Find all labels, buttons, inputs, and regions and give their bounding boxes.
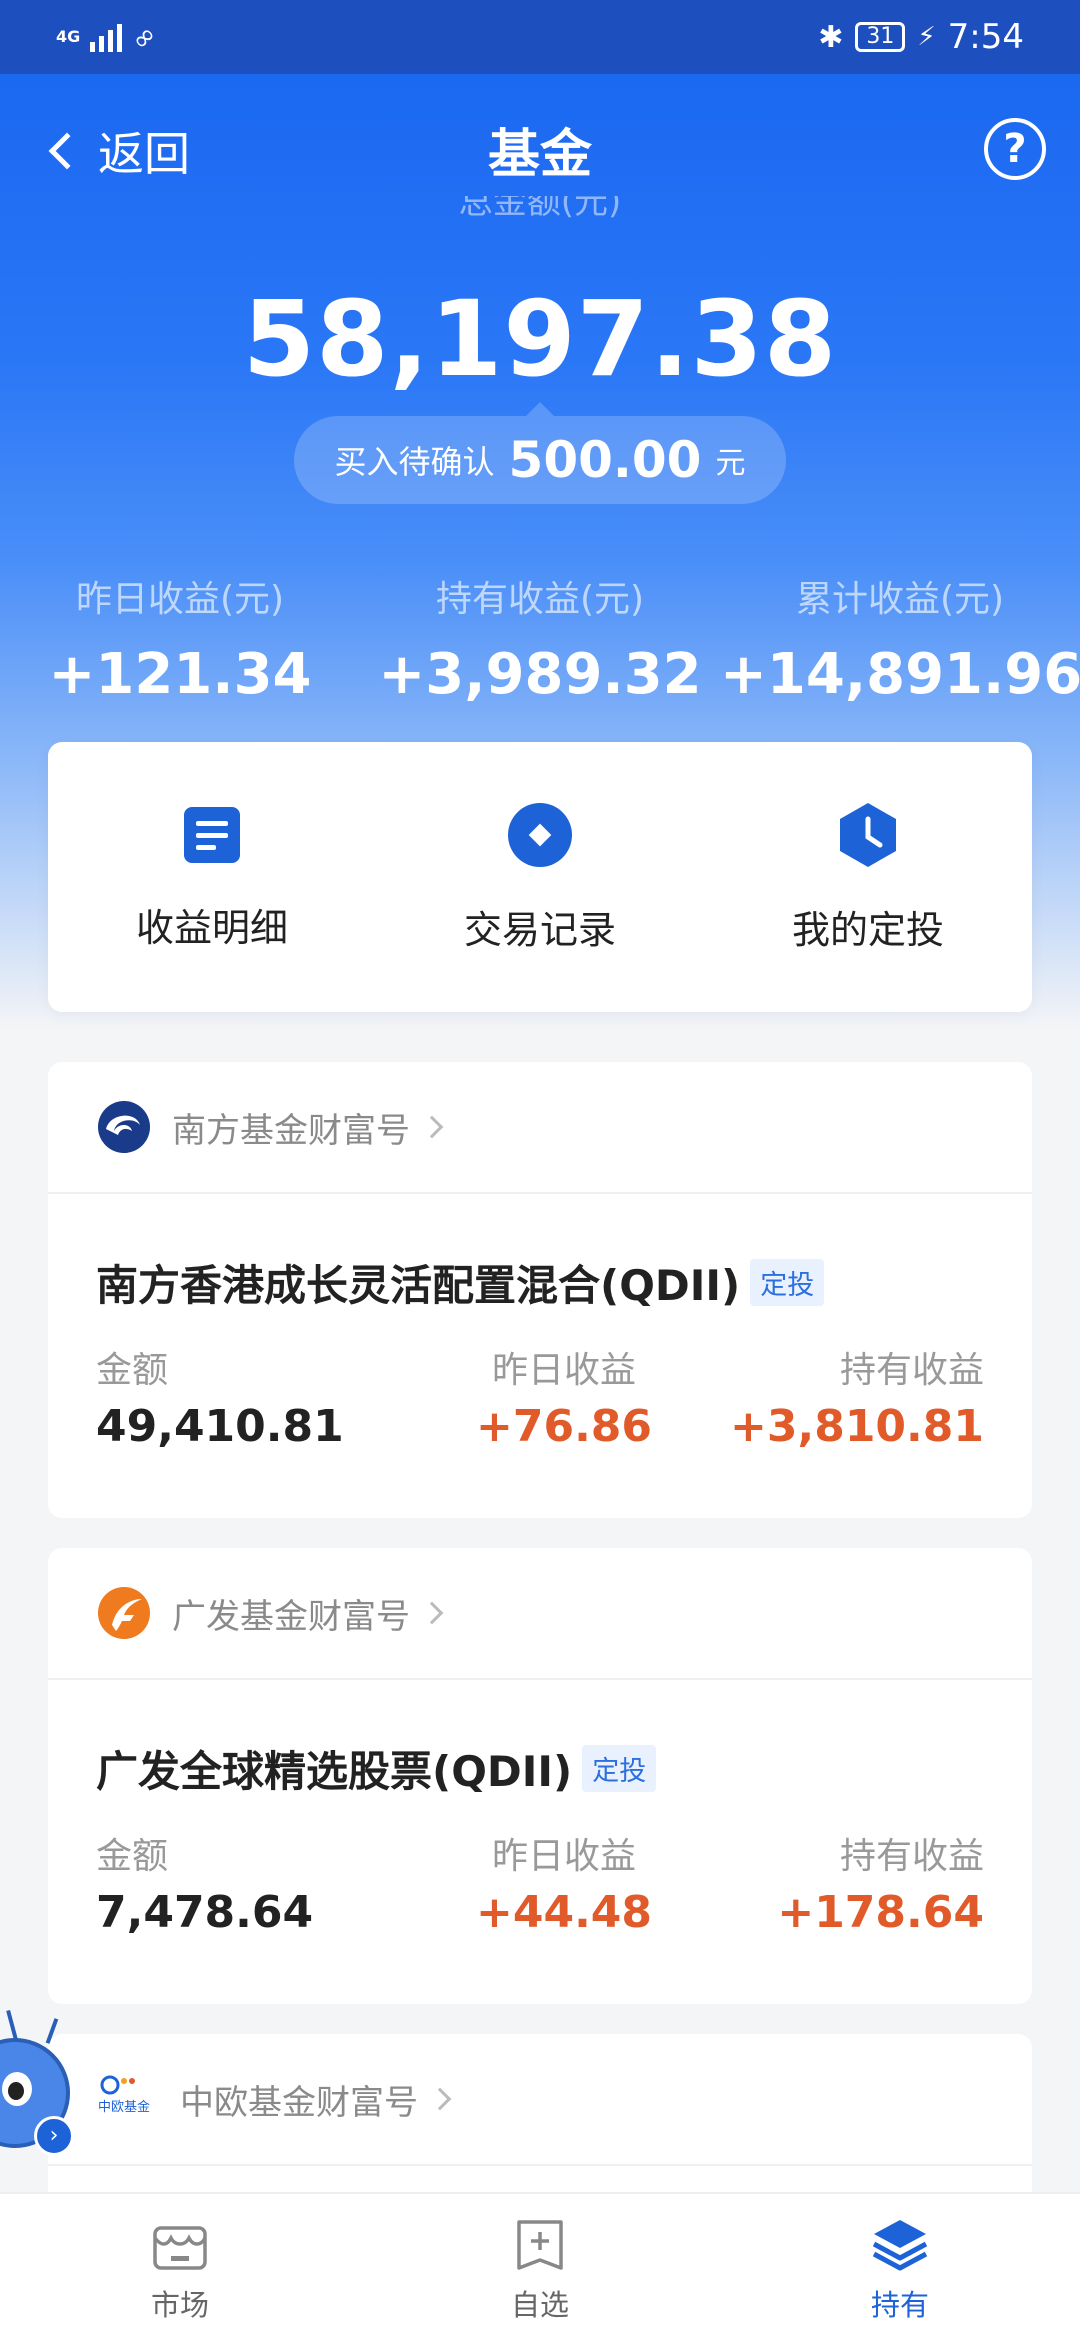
amount-value: 49,410.81 [96,1401,344,1452]
fund-name: 广发全球精选股票(QDII) [96,1747,573,1796]
auto-invest-tag: 定投 [582,1745,657,1792]
fund-card: 广发基金财富号 广发全球精选股票(QDII) 定投 金额 昨日收益 持有收益 7… [48,1548,1032,2004]
charging-icon: ⚡ [917,22,936,52]
stat-value: +14,891.96 [720,642,1080,707]
fund-org-name: 中欧基金财富号 [180,2082,418,2123]
bluetooth-icon: ✱ [818,19,844,55]
tab-label: 持有 [870,2288,929,2322]
zhongou-fund-logo-icon: 中欧基金 [98,2075,150,2115]
fund-org-header[interactable]: 南方基金财富号 [48,1062,1032,1194]
fund-name: 南方香港成长灵活配置混合(QDII) [96,1261,741,1310]
total-label-text: 总金额(元) [458,196,622,222]
back-label: 返回 [98,127,190,181]
market-icon [153,2226,207,2270]
chevron-right-icon [428,2087,452,2111]
battery-icon: 31 [855,22,906,52]
pending-confirm-badge[interactable]: 买入待确认 500.00 元 [294,402,786,504]
action-label: 交易记录 [463,907,616,952]
stat-label: 昨日收益(元) [75,579,285,620]
question-icon: ? [1003,126,1027,172]
pending-unit: 元 [715,446,746,481]
fund-metrics: 金额 昨日收益 持有收益 7,478.64 +44.48 +178.64 [96,1827,984,1977]
quick-actions: 收益明细 交易记录 我的定投 [48,742,1032,1012]
fund-org-name: 南方基金财富号 [172,1110,410,1151]
stat-value: +121.34 [48,642,312,707]
pending-label: 买入待确认 [334,443,495,481]
stat-value: +3,989.32 [378,642,702,707]
yesterday-value: +44.48 [475,1887,653,1938]
yesterday-value: +76.86 [475,1401,653,1452]
tab-watchlist[interactable]: 自选 [360,2194,720,2340]
fund-card: 南方基金财富号 南方香港成长灵活配置混合(QDII) 定投 金额 昨日收益 持有… [48,1062,1032,1518]
chevron-left-icon [48,132,86,170]
action-my-auto-invest[interactable]: 我的定投 [718,801,1018,954]
action-earnings-detail[interactable]: 收益明细 [62,803,362,952]
fund-item[interactable]: 广发全球精选股票(QDII) 定投 金额 昨日收益 持有收益 7,478.64 … [48,1680,1032,1977]
network-type: 4G [56,27,81,46]
mascot-pupil [8,2082,24,2100]
stat-label: 持有收益(元) [435,579,645,620]
stat-holding: 持有收益(元) +3,989.32 [360,570,720,707]
amount-label: 金额 [96,1836,169,1877]
total-amount: 58,197.38 [242,278,838,400]
yesterday-label: 昨日收益 [491,1350,636,1391]
gf-fund-logo-icon [98,1587,150,1639]
southern-fund-logo-icon [98,1101,150,1153]
holding-label: 持有收益 [839,1350,984,1391]
action-label: 收益明细 [135,905,288,950]
tab-market[interactable]: 市场 [0,2194,360,2340]
help-button[interactable]: ? [984,118,1046,180]
mascot-antenna [45,2018,59,2044]
chevron-right-icon: › [34,2116,74,2156]
mascot-antenna [6,2009,18,2041]
fund-metrics: 金额 昨日收益 持有收益 49,410.81 +76.86 +3,810.81 [96,1341,984,1491]
fund-org-header[interactable]: 中欧基金 中欧基金财富号 [48,2034,1032,2166]
layers-icon [872,2220,928,2271]
chevron-right-icon [420,1601,444,1625]
pending-amount: 500.00 [508,431,702,489]
zhongou-logo-text: 中欧基金 [98,2099,150,2115]
clock-time: 7:54 [947,17,1024,57]
bottom-tab-bar: 市场 自选 持有 [0,2192,1080,2340]
amount-label: 金额 [96,1350,169,1391]
stat-yesterday: 昨日收益(元) +121.34 [0,570,360,707]
clock-icon [840,802,896,867]
tab-holdings[interactable]: 持有 [720,2194,1080,2340]
yesterday-label: 昨日收益 [491,1836,636,1877]
holding-label: 持有收益 [839,1836,984,1877]
action-transaction-record[interactable]: 交易记录 [390,801,690,954]
assistant-mascot-button[interactable]: › [0,2009,80,2160]
stat-label: 累计收益(元) [795,579,1005,620]
stat-cumulative: 累计收益(元) +14,891.96 [720,570,1080,707]
tab-label: 自选 [510,2288,569,2322]
auto-invest-tag: 定投 [750,1259,825,1306]
holding-value: +178.64 [777,1887,984,1938]
chevron-right-icon [420,1115,444,1139]
action-label: 我的定投 [791,907,944,952]
fund-org-name: 广发基金财富号 [172,1596,410,1637]
record-icon [508,802,572,867]
tab-label: 市场 [150,2288,209,2322]
holding-value: +3,810.81 [730,1401,984,1452]
fund-item[interactable]: 南方香港成长灵活配置混合(QDII) 定投 金额 昨日收益 持有收益 49,41… [48,1194,1032,1491]
total-label: 总金额(元) [0,196,1080,226]
fund-org-header[interactable]: 广发基金财富号 [48,1548,1032,1680]
status-bar: 4G ∞ ✱ 31 ⚡ 7:54 [0,0,1080,74]
link-icon: ∞ [124,17,164,57]
amount-value: 7,478.64 [96,1887,314,1938]
document-icon [184,806,240,863]
signal-icon [90,22,123,52]
earnings-stats: 昨日收益(元) +121.34 持有收益(元) +3,989.32 累计收益(元… [0,570,1080,707]
back-button[interactable]: 返回 [44,118,190,184]
page-title: 基金 [487,124,592,185]
add-watchlist-icon [517,2220,563,2270]
